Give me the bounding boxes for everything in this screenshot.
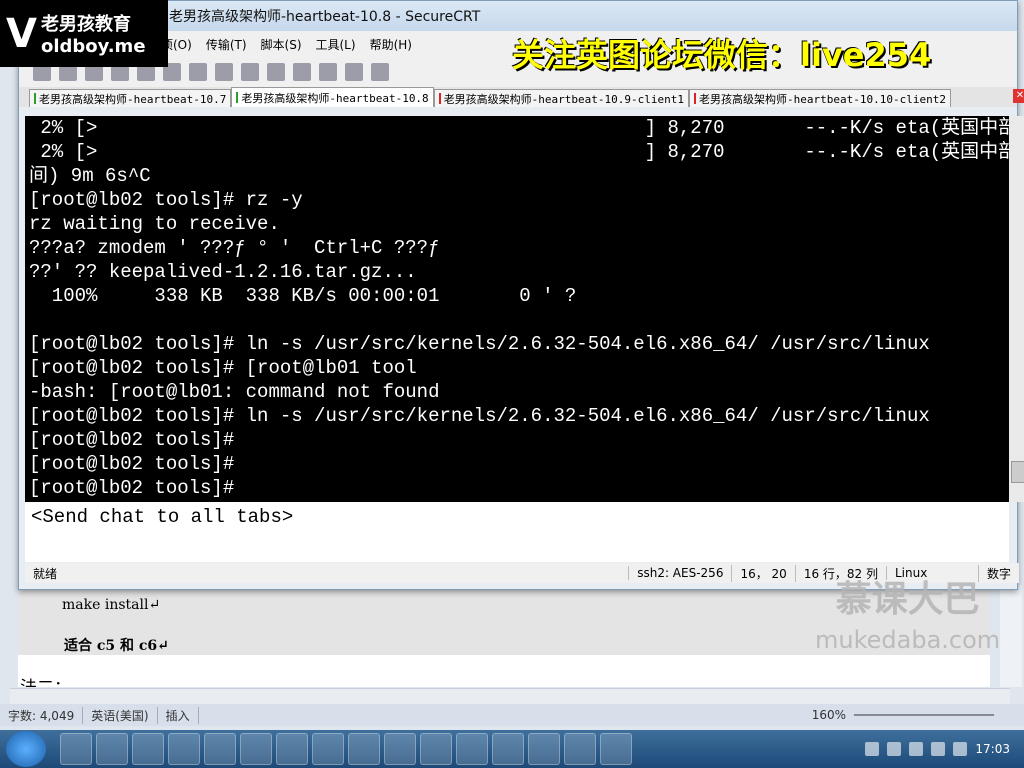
zoom-slider[interactable] bbox=[854, 714, 994, 716]
tab-heartbeat-10-8[interactable]: 老男孩高级架构师-heartbeat-10.8 bbox=[231, 87, 434, 107]
scrollbar-thumb[interactable] bbox=[1011, 461, 1024, 483]
taskbar-app[interactable] bbox=[240, 733, 272, 765]
taskbar-app[interactable] bbox=[492, 733, 524, 765]
print-setup-icon[interactable] bbox=[241, 63, 259, 81]
keyboard-icon[interactable] bbox=[865, 742, 880, 756]
taskbar-app[interactable] bbox=[60, 733, 92, 765]
close-tab-icon[interactable]: ✕ bbox=[1013, 89, 1024, 103]
session-options-icon[interactable] bbox=[293, 63, 311, 81]
taskbar: 17:03 bbox=[0, 730, 1024, 768]
taskbar-firefox[interactable] bbox=[204, 733, 236, 765]
session-tabs: 老男孩高级架构师-heartbeat-10.7 老男孩高级架构师-heartbe… bbox=[19, 87, 1024, 107]
menu-script[interactable]: 脚本(S) bbox=[261, 36, 302, 53]
securecrt-window: 老男孩高级架构师-heartbeat-10.8 - SecureCRT 选项(O… bbox=[18, 0, 1024, 590]
paste-icon[interactable] bbox=[189, 63, 207, 81]
terminal-line: 2% [> ] 8,270 --.-K/s eta(英国中部? bbox=[29, 117, 1009, 139]
doc-line: 法二： bbox=[20, 673, 71, 687]
help-icon[interactable] bbox=[371, 63, 389, 81]
taskbar-word[interactable] bbox=[420, 733, 452, 765]
title-bar: 老男孩高级架构师-heartbeat-10.8 - SecureCRT bbox=[19, 1, 1017, 31]
terminal-line: ??′ ?? keepalived-1.2.16.tar.gz... bbox=[29, 261, 417, 283]
terminal-line: ???a? zmodem ′ ???ƒ ° ′ Ctrl+C ???ƒ bbox=[29, 237, 440, 259]
status-cursor: 16， 20 bbox=[731, 564, 794, 582]
tray-icon[interactable] bbox=[887, 742, 902, 756]
status-indicator bbox=[236, 92, 239, 103]
taskbar-chrome[interactable] bbox=[528, 733, 560, 765]
terminal-line: 2% [> ] 8,270 --.-K/s eta(英国中部? bbox=[29, 141, 1009, 163]
terminal-output[interactable]: 2% [> ] 8,270 --.-K/s eta(英国中部? 2% [> ] … bbox=[25, 116, 1009, 502]
oldboy-logo: V 老男孩教育 oldboy.me bbox=[0, 0, 168, 67]
taskbar-app[interactable] bbox=[312, 733, 344, 765]
status-indicator bbox=[34, 93, 36, 104]
chat-input[interactable]: <Send chat to all tabs> bbox=[25, 502, 1009, 562]
status-indicator bbox=[438, 93, 441, 104]
window-title: 老男孩高级架构师-heartbeat-10.8 - SecureCRT bbox=[169, 9, 481, 25]
menu-help[interactable]: 帮助(H) bbox=[370, 36, 412, 53]
doc-line: make install↵ bbox=[62, 597, 161, 613]
watermark-top: 关注英图论坛微信：live254 bbox=[512, 36, 932, 74]
status-cipher: ssh2: AES-256 bbox=[628, 566, 731, 580]
tab-heartbeat-10-10[interactable]: 老男孩高级架构师-heartbeat-10.10-client2 bbox=[689, 89, 951, 107]
taskbar-app[interactable] bbox=[168, 733, 200, 765]
network-icon[interactable] bbox=[931, 742, 946, 756]
key-icon[interactable] bbox=[345, 63, 363, 81]
start-button[interactable] bbox=[6, 731, 46, 767]
menu-tools[interactable]: 工具(L) bbox=[316, 36, 356, 53]
word-status-bar: 字数: 4,049 英语(美国) 插入 160% bbox=[0, 704, 1024, 726]
terminal-scrollbar[interactable] bbox=[1009, 116, 1024, 502]
global-options-icon[interactable] bbox=[319, 63, 337, 81]
print-icon[interactable] bbox=[267, 63, 285, 81]
vertical-scrollbar[interactable] bbox=[1000, 585, 1022, 687]
terminal-line: -bash: [root@lb01: command not found bbox=[29, 381, 440, 403]
zoom-level[interactable]: 160% bbox=[804, 708, 854, 722]
taskbar-app[interactable] bbox=[132, 733, 164, 765]
signal-icon[interactable] bbox=[909, 742, 924, 756]
taskbar-securecrt[interactable] bbox=[348, 733, 380, 765]
tab-heartbeat-10-7[interactable]: 老男孩高级架构师-heartbeat-10.7 bbox=[29, 89, 232, 107]
terminal-line: [root@lb02 tools]# [root@lb01 tool bbox=[29, 357, 417, 379]
horizontal-scrollbar[interactable] bbox=[10, 688, 1010, 704]
doc-line: 适合 c5 和 c6↵ bbox=[64, 638, 169, 654]
status-term: Linux bbox=[885, 566, 978, 580]
terminal-line: 间) 9m 6s^C bbox=[29, 165, 151, 187]
terminal-line: rz waiting to receive. bbox=[29, 213, 280, 235]
word-count[interactable]: 字数: 4,049 bbox=[0, 706, 84, 724]
taskbar-ie[interactable] bbox=[564, 733, 596, 765]
watermark-bottom: 慕课大巴 mukedaba.com bbox=[815, 579, 1001, 655]
terminal-line: [root@lb02 tools]# ln -s /usr/src/kernel… bbox=[29, 405, 930, 427]
clock[interactable]: 17:03 bbox=[975, 742, 1010, 756]
terminal-line: [root@lb02 tools]# ln -s /usr/src/kernel… bbox=[29, 333, 930, 355]
terminal-line: [root@lb02 tools]# bbox=[29, 429, 235, 451]
terminal-line: [root@lb02 tools]# bbox=[29, 477, 235, 499]
menu-transfer[interactable]: 传输(T) bbox=[206, 36, 247, 53]
taskbar-app[interactable] bbox=[456, 733, 488, 765]
status-ready: 就绪 bbox=[33, 566, 58, 581]
taskbar-app[interactable] bbox=[96, 733, 128, 765]
taskbar-explorer[interactable] bbox=[384, 733, 416, 765]
status-numlock: 数字 bbox=[977, 564, 1019, 582]
volume-icon[interactable] bbox=[953, 742, 968, 756]
taskbar-app[interactable] bbox=[600, 733, 632, 765]
system-tray: 17:03 bbox=[865, 742, 1024, 756]
tab-heartbeat-10-9[interactable]: 老男孩高级架构师-heartbeat-10.9-client1 bbox=[433, 89, 690, 107]
logo-mark: V bbox=[6, 10, 37, 57]
terminal-line: [root@lb02 tools]# bbox=[29, 453, 235, 475]
find-icon[interactable] bbox=[215, 63, 233, 81]
terminal-line: [root@lb02 tools]# rz -y bbox=[29, 189, 303, 211]
language[interactable]: 英语(美国) bbox=[83, 706, 158, 724]
taskbar-app[interactable] bbox=[276, 733, 308, 765]
terminal-line: 100% 338 KB 338 KB/s 00:00:01 0 ′ ? bbox=[29, 285, 577, 307]
status-indicator bbox=[694, 93, 697, 104]
insert-mode[interactable]: 插入 bbox=[158, 706, 199, 724]
